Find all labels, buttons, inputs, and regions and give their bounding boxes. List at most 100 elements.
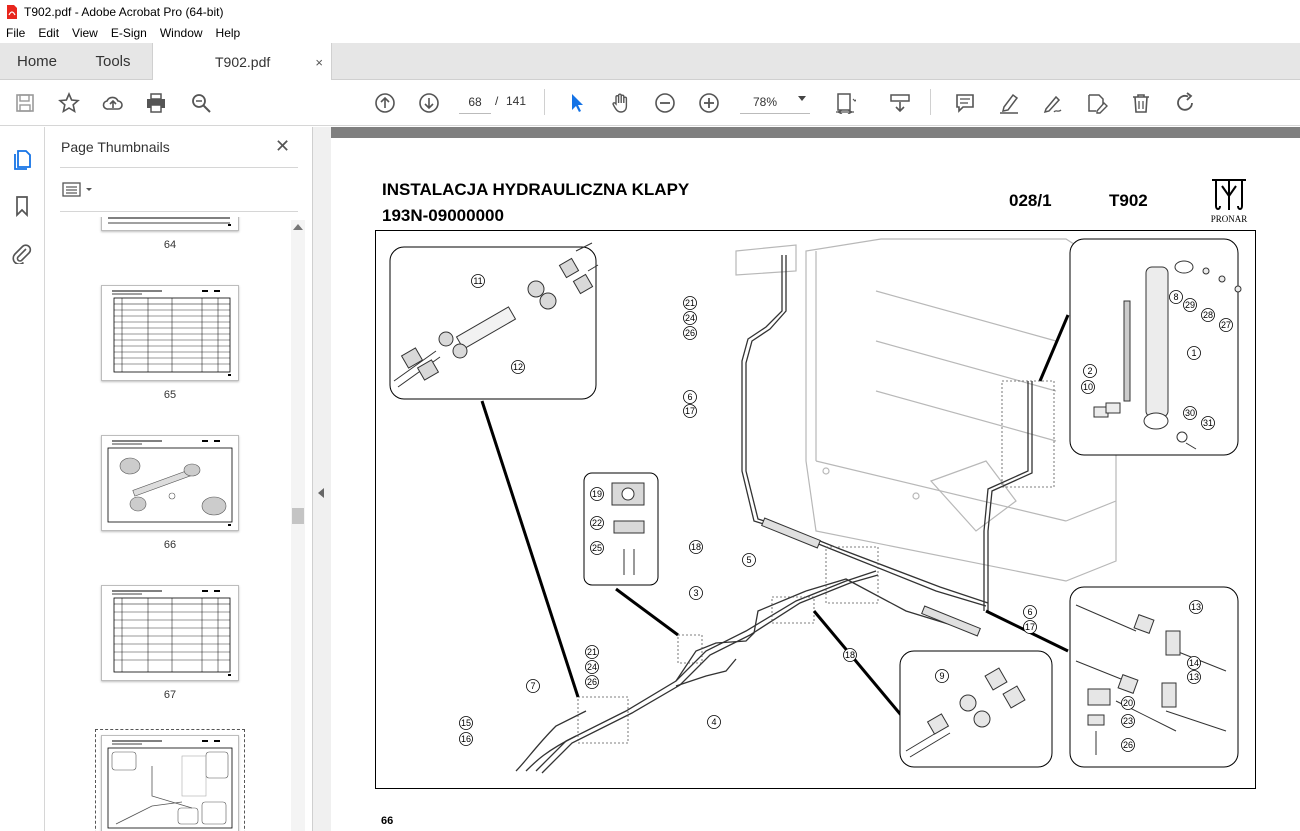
scroll-up-icon[interactable] bbox=[293, 224, 303, 230]
scrollbar-thumb[interactable] bbox=[292, 508, 304, 524]
select-cursor-icon bbox=[572, 94, 583, 112]
title-bar: T902.pdf - Adobe Acrobat Pro (64-bit) bbox=[0, 0, 1300, 23]
tab-tools[interactable]: Tools bbox=[74, 43, 152, 80]
callout-number: 17 bbox=[1025, 622, 1035, 632]
tab-close-button[interactable]: × bbox=[315, 55, 323, 70]
page-up-icon bbox=[375, 93, 395, 113]
callout-number: 25 bbox=[592, 543, 602, 553]
print-button[interactable] bbox=[144, 91, 168, 115]
comment-button[interactable] bbox=[953, 91, 977, 115]
zoom-out-button[interactable] bbox=[653, 91, 677, 115]
panel-collapse-handle[interactable] bbox=[313, 127, 331, 831]
callout-number: 13 bbox=[1189, 672, 1199, 682]
thumbnail-page[interactable] bbox=[101, 217, 239, 231]
callout-number: 1 bbox=[1191, 348, 1196, 358]
callout-number: 26 bbox=[685, 328, 695, 338]
rotate-button[interactable] bbox=[1173, 91, 1197, 115]
toolbar-divider bbox=[544, 89, 545, 115]
bookmark-icon bbox=[16, 196, 28, 217]
page-thumbnails-button[interactable] bbox=[10, 147, 34, 171]
callout-c19: 19 bbox=[590, 487, 604, 501]
zoom-out-icon bbox=[655, 93, 675, 113]
sign-button[interactable] bbox=[1041, 91, 1065, 115]
thumbnail-page[interactable] bbox=[101, 435, 239, 531]
thumbnail-table-preview bbox=[108, 217, 231, 226]
thumbnail-page-current[interactable] bbox=[101, 735, 239, 831]
thumbnail-label: 66 bbox=[163, 539, 177, 551]
scroll-mode-button[interactable] bbox=[888, 91, 912, 115]
callout-c9: 9 bbox=[935, 669, 949, 683]
callout-number: 21 bbox=[685, 298, 695, 308]
bookmarks-button[interactable] bbox=[10, 194, 34, 218]
callout-c15: 15 bbox=[459, 716, 473, 730]
edit-icon bbox=[1088, 94, 1108, 114]
callout-c12: 12 bbox=[511, 360, 525, 374]
sign-icon bbox=[1043, 95, 1062, 114]
callout-c4: 4 bbox=[707, 715, 721, 729]
save-button[interactable] bbox=[13, 91, 37, 115]
find-button[interactable] bbox=[189, 91, 213, 115]
toolbar-divider bbox=[930, 89, 931, 115]
callout-c29: 29 bbox=[1183, 298, 1197, 312]
thumbnail-page[interactable] bbox=[101, 585, 239, 681]
menu-window[interactable]: Window bbox=[160, 26, 203, 40]
callout-c2: 2 bbox=[1083, 364, 1097, 378]
callout-number: 18 bbox=[691, 542, 701, 552]
callout-c24a: 24 bbox=[683, 311, 697, 325]
panel-close-button[interactable]: ✕ bbox=[275, 136, 290, 157]
save-icon bbox=[16, 94, 34, 112]
menu-edit[interactable]: Edit bbox=[38, 26, 59, 40]
thumbnail-label: 64 bbox=[163, 239, 177, 251]
document-viewport[interactable]: INSTALACJA HYDRAULICZNA KLAPY 193N-09000… bbox=[331, 127, 1300, 831]
next-page-button[interactable] bbox=[417, 91, 441, 115]
highlight-button[interactable] bbox=[997, 91, 1021, 115]
thumbnail-scrollbar[interactable] bbox=[291, 220, 305, 831]
menu-help[interactable]: Help bbox=[216, 26, 241, 40]
acrobat-window: T902.pdf - Adobe Acrobat Pro (64-bit) Fi… bbox=[0, 0, 1300, 831]
hand-tool-button[interactable] bbox=[609, 91, 633, 115]
select-tool-button[interactable] bbox=[565, 91, 589, 115]
thumbnail-table-preview bbox=[112, 590, 231, 676]
callout-number: 12 bbox=[513, 362, 523, 372]
share-upload-button[interactable] bbox=[101, 91, 125, 115]
callout-number: 20 bbox=[1123, 698, 1133, 708]
callout-c3: 3 bbox=[689, 586, 703, 600]
callout-number: 6 bbox=[1027, 607, 1032, 617]
callout-c22: 22 bbox=[590, 516, 604, 530]
bookmark-star-button[interactable] bbox=[57, 91, 81, 115]
menu-esign[interactable]: E-Sign bbox=[111, 26, 147, 40]
callout-c27: 27 bbox=[1219, 318, 1233, 332]
menu-file[interactable]: File bbox=[6, 26, 25, 40]
tab-home[interactable]: Home bbox=[0, 43, 74, 80]
edit-pdf-button[interactable] bbox=[1085, 91, 1109, 115]
callout-c31: 31 bbox=[1201, 416, 1215, 430]
thumbnail-drawing-preview bbox=[107, 740, 233, 829]
menu-view[interactable]: View bbox=[72, 26, 98, 40]
callout-number: 29 bbox=[1185, 300, 1195, 310]
fit-page-button[interactable] bbox=[833, 91, 857, 115]
zoom-dropdown[interactable]: 78% bbox=[740, 90, 810, 114]
callout-c18a: 18 bbox=[689, 540, 703, 554]
document-code: 028/1 bbox=[1009, 191, 1052, 210]
callout-c25: 25 bbox=[590, 541, 604, 555]
panel-divider bbox=[60, 167, 298, 168]
page-number-input[interactable] bbox=[459, 90, 491, 114]
callout-c6b: 6 bbox=[1023, 605, 1037, 619]
zoom-in-button[interactable] bbox=[697, 91, 721, 115]
page-total: 141 bbox=[506, 94, 527, 108]
callout-c24b: 24 bbox=[585, 660, 599, 674]
tab-document-label: T902.pdf bbox=[215, 54, 271, 70]
thumbnail-options-button[interactable] bbox=[62, 181, 96, 199]
previous-page-button[interactable] bbox=[373, 91, 397, 115]
callout-c13b: 13 bbox=[1187, 670, 1201, 684]
thumbnail-list: 64 65 66 67 bbox=[45, 217, 305, 831]
zoom-search-icon bbox=[192, 94, 211, 113]
delete-button[interactable] bbox=[1129, 91, 1153, 115]
thumbnail-label: 65 bbox=[163, 389, 177, 401]
callout-c7: 7 bbox=[526, 679, 540, 693]
thumbnail-page[interactable] bbox=[101, 285, 239, 381]
callout-number: 9 bbox=[939, 671, 944, 681]
attachments-button[interactable] bbox=[10, 241, 34, 265]
tab-document[interactable]: T902.pdf × bbox=[152, 43, 332, 81]
paperclip-icon bbox=[12, 244, 32, 264]
